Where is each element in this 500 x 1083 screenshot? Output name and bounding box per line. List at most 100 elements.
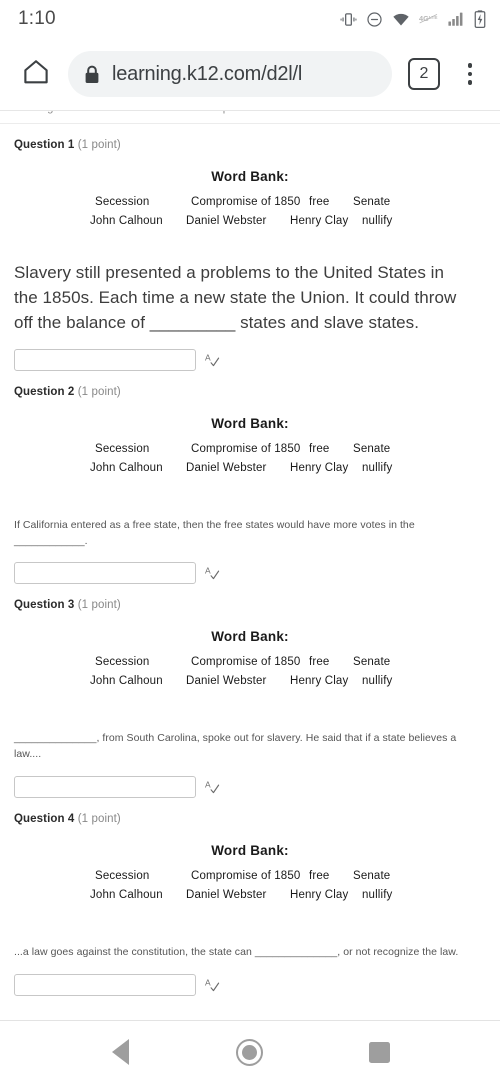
word-bank-title: Word Bank: [211, 169, 289, 184]
4g-lte-icon: 4G LTE [419, 12, 439, 26]
word-bank-word: John Calhoun [90, 888, 163, 901]
word-bank: Word Bank: Secession Compromise of 1850 … [14, 843, 486, 901]
clipped-header-right: see Problem multiple [130, 111, 239, 114]
word-bank-word: Senate [353, 869, 391, 882]
question-header: Question 1 (1 point) [14, 124, 486, 153]
answer-row: A [14, 562, 486, 585]
back-button[interactable] [95, 1026, 147, 1078]
word-bank-word: John Calhoun [90, 675, 163, 688]
answer-input[interactable] [14, 348, 196, 371]
word-bank-row: John Calhoun Daniel Webster Henry Clay n… [14, 889, 486, 901]
question-text: ...a law goes against the constitution, … [14, 945, 459, 958]
webpage-content: six length above see Problem multiple Qu… [0, 110, 500, 1020]
clipped-header-row: six length above see Problem multiple [0, 111, 500, 124]
question-block: Question 3 (1 point) Word Bank: Secessio… [0, 584, 500, 798]
menu-dot [467, 71, 473, 77]
home-circle-icon [236, 1038, 264, 1066]
word-bank-word: Henry Clay [290, 461, 349, 474]
question-points: (1 point) [77, 812, 121, 825]
spellcheck-icon[interactable]: A [204, 778, 220, 796]
answer-input[interactable] [14, 973, 196, 996]
signal-bars-icon [448, 11, 465, 27]
question-block: Question 4 (1 point) Word Bank: Secessio… [0, 798, 500, 996]
word-bank-word: John Calhoun [90, 461, 163, 474]
home-circle-inner [242, 1044, 258, 1060]
word-bank-title: Word Bank: [211, 842, 289, 858]
word-bank-word: nullify [362, 888, 393, 901]
question-header: Question 4 (1 point) [14, 798, 486, 827]
browser-toolbar: learning.k12.com/d2l/l 2 [0, 38, 500, 110]
tab-switcher-button[interactable]: 2 [408, 58, 440, 90]
recents-button[interactable] [353, 1026, 405, 1078]
do-not-disturb-icon [366, 11, 383, 28]
word-bank-word: Compromise of 1850 [191, 869, 301, 882]
word-bank-word: nullify [362, 215, 393, 227]
menu-dot [467, 63, 473, 68]
word-bank-row: John Calhoun Daniel Webster Henry Clay n… [14, 675, 486, 687]
answer-input[interactable] [14, 562, 196, 585]
back-icon [112, 1039, 130, 1065]
word-bank-word: Secession [95, 196, 150, 208]
word-bank-word: Henry Clay [290, 675, 349, 688]
word-bank-word: Henry Clay [290, 888, 349, 901]
question-block: Question 1 (1 point) Word Bank: Secessio… [0, 124, 500, 371]
spellcheck-icon[interactable]: A [204, 351, 220, 369]
spellcheck-icon[interactable]: A [204, 976, 220, 994]
word-bank-row: Secession Compromise of 1850 free Senate [14, 443, 486, 455]
lock-icon [84, 65, 100, 84]
word-bank-word: Senate [353, 656, 391, 669]
word-bank-word: free [309, 196, 330, 208]
word-bank-word: Senate [353, 442, 391, 455]
battery-charging-icon [474, 10, 486, 28]
svg-text:A: A [205, 977, 211, 987]
question-header: Question 3 (1 point) [14, 584, 486, 613]
address-bar-url: learning.k12.com/d2l/l [112, 62, 303, 85]
android-navigation-bar [0, 1020, 500, 1083]
word-bank-word: nullify [362, 461, 393, 474]
answer-row: A [14, 973, 486, 996]
answer-input[interactable] [14, 775, 196, 798]
svg-text:A: A [205, 779, 211, 789]
vibrate-icon [340, 11, 357, 28]
word-bank-word: free [309, 869, 330, 882]
word-bank-word: Secession [95, 442, 150, 455]
word-bank-word: Henry Clay [290, 215, 349, 227]
word-bank-word: Daniel Webster [186, 461, 267, 474]
word-bank: Word Bank: Secession Compromise of 1850 … [14, 169, 486, 227]
question-text: If California entered as a free state, t… [14, 518, 415, 547]
home-icon [21, 57, 51, 92]
word-bank-word: Compromise of 1850 [191, 442, 301, 455]
more-options-icon[interactable] [452, 50, 488, 98]
svg-text:A: A [205, 352, 211, 362]
word-bank-row: John Calhoun Daniel Webster Henry Clay n… [14, 215, 486, 227]
home-button[interactable] [12, 50, 60, 98]
word-bank-row: John Calhoun Daniel Webster Henry Clay n… [14, 462, 486, 474]
word-bank-title: Word Bank: [211, 415, 289, 431]
status-time: 1:10 [18, 8, 56, 29]
question-header: Question 2 (1 point) [14, 371, 486, 400]
word-bank-word: free [309, 656, 330, 669]
question-label: Question 4 [14, 812, 75, 825]
question-text: ______________, from South Carolina, spo… [14, 732, 457, 761]
word-bank-row: Secession Compromise of 1850 free Senate [14, 196, 486, 208]
svg-text:A: A [205, 566, 211, 576]
home-button[interactable] [224, 1026, 276, 1078]
address-bar[interactable]: learning.k12.com/d2l/l [68, 51, 392, 97]
menu-dot [467, 80, 473, 85]
answer-row: A [14, 348, 486, 371]
word-bank-row: Secession Compromise of 1850 free Senate [14, 656, 486, 668]
question-points: (1 point) [77, 385, 121, 398]
status-bar: 1:10 4G LTE [0, 0, 500, 38]
word-bank-word: Daniel Webster [186, 888, 267, 901]
word-bank-word: Daniel Webster [186, 675, 267, 688]
word-bank-word: nullify [362, 675, 393, 688]
clipped-header-text: six length above see Problem multiple [14, 111, 266, 114]
word-bank-word: Secession [95, 656, 150, 669]
question-points: (1 point) [77, 139, 121, 151]
question-block: Question 2 (1 point) Word Bank: Secessio… [0, 371, 500, 585]
spellcheck-icon[interactable]: A [204, 564, 220, 582]
word-bank-word: free [309, 442, 330, 455]
word-bank-word: Daniel Webster [186, 215, 267, 227]
svg-text:4G: 4G [419, 14, 429, 23]
question-points: (1 point) [77, 599, 121, 612]
